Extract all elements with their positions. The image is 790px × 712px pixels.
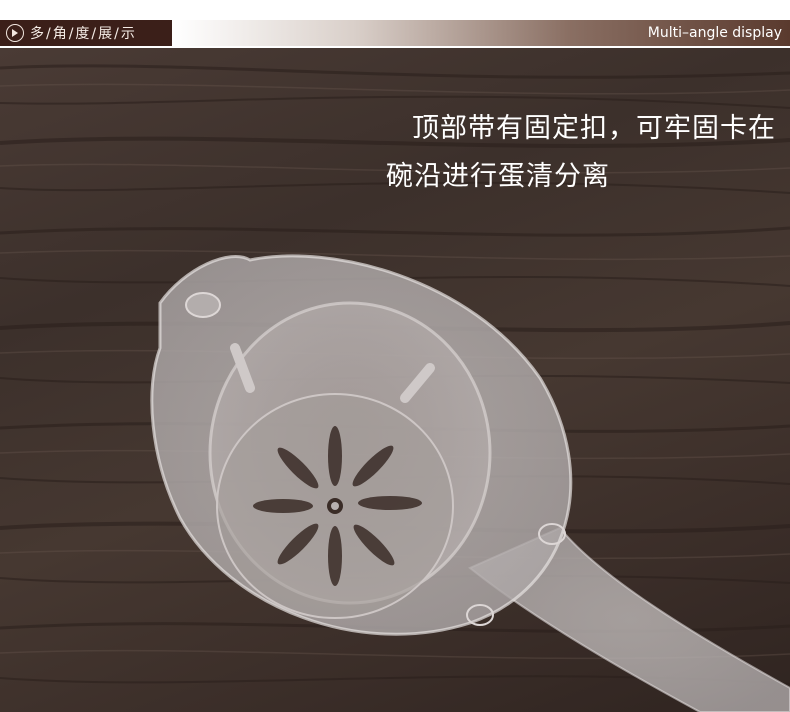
header-spacer (0, 0, 790, 20)
section-title-block: 多/角/度/展/示 (0, 20, 172, 46)
wood-background: 顶部带有固定扣，可牢固卡在 碗沿进行蛋清分离 (0, 48, 790, 712)
egg-separator-image (150, 254, 790, 712)
feature-caption-line1: 顶部带有固定扣，可牢固卡在 (412, 113, 776, 144)
section-title-en: Multi–angle display (647, 25, 782, 41)
feature-caption-line2: 碗沿进行蛋清分离 (386, 161, 610, 192)
play-circle-icon (6, 24, 24, 42)
section-title-cn: 多/角/度/展/示 (30, 26, 137, 42)
section-header: 多/角/度/展/示 Multi–angle display (0, 0, 790, 48)
product-detail-page: 多/角/度/展/示 Multi–angle display 顶部带有固定扣，可牢… (0, 0, 790, 712)
